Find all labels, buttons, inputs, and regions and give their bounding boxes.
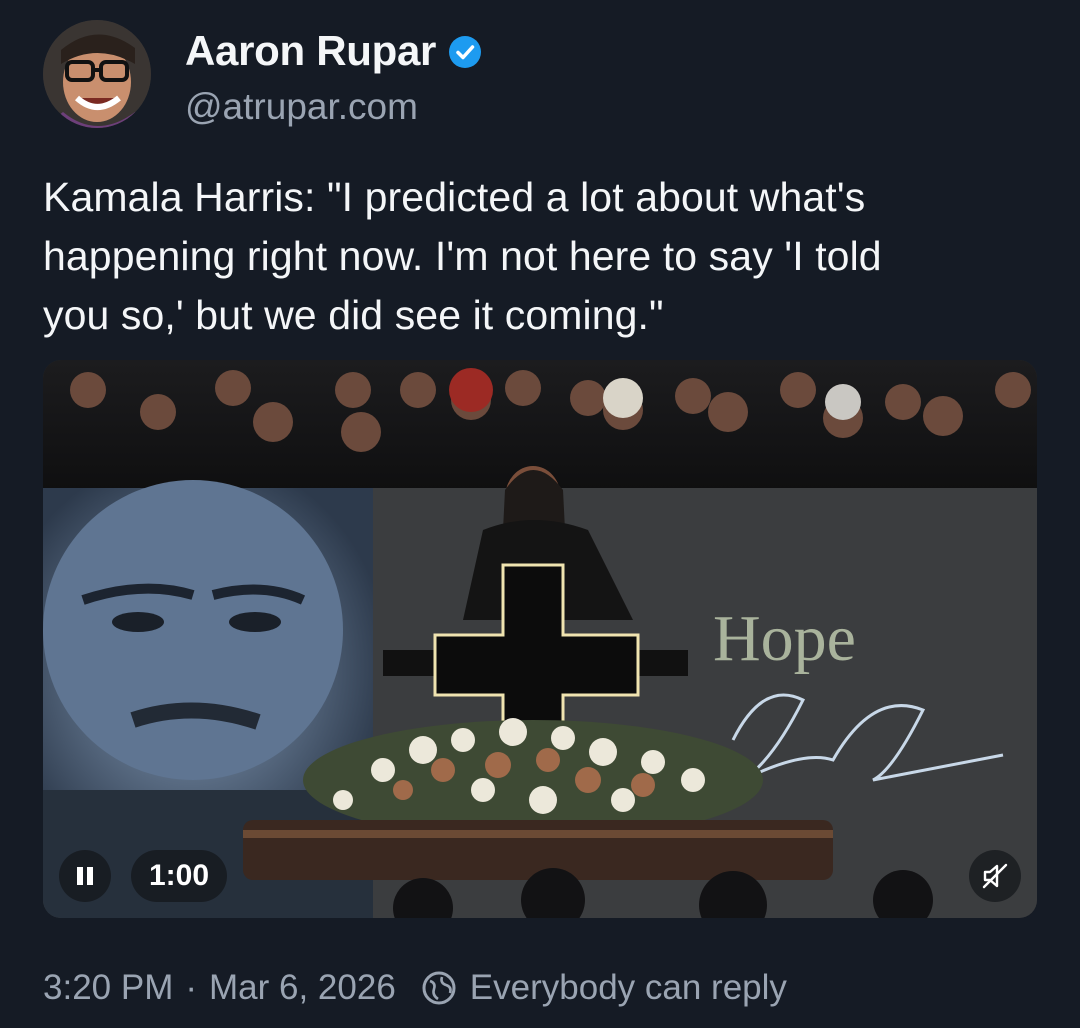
post-time[interactable]: 3:20 PM [43,968,173,1008]
separator: · [185,968,198,1007]
video-player[interactable]: Hope 1:00 [43,360,1037,918]
muted-speaker-icon [982,863,1008,889]
handle[interactable]: @atrupar.com [185,86,482,128]
video-frame: Hope [43,360,1037,918]
mute-toggle-button[interactable] [969,850,1021,902]
author-block: Aaron Rupar @atrupar.com [185,27,482,128]
display-name[interactable]: Aaron Rupar [185,27,436,75]
backdrop-text: Hope [713,602,856,675]
avatar[interactable] [43,20,151,128]
globe-icon [420,969,458,1007]
video-time: 1:00 [131,850,228,902]
post-date[interactable]: Mar 6, 2026 [209,968,396,1008]
pause-icon [77,867,93,885]
verified-badge-icon [448,35,482,69]
post-footer: 3:20 PM · Mar 6, 2026 Everybody can repl… [43,962,787,1014]
post-card: Aaron Rupar @atrupar.com Kamala Harris: … [0,0,1080,1028]
post-text: Kamala Harris: "I predicted a lot about … [43,174,882,338]
reply-setting[interactable]: Everybody can reply [470,968,787,1008]
pause-button[interactable] [59,850,111,902]
